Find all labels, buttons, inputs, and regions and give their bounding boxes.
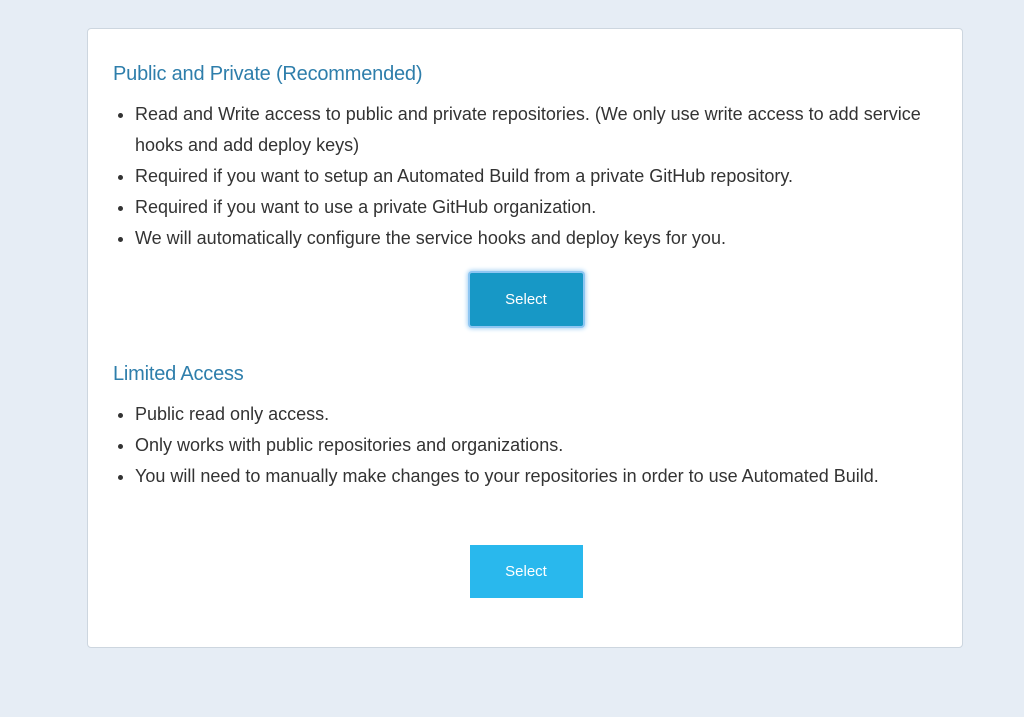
list-item: Read and Write access to public and priv… bbox=[135, 99, 937, 161]
select-public-private-button[interactable]: Select bbox=[469, 273, 583, 326]
list-item: Required if you want to use a private Gi… bbox=[135, 192, 937, 223]
limited-access-button-row: Select bbox=[88, 545, 964, 598]
option-bullet-list: Public read only access. Only works with… bbox=[113, 399, 937, 492]
list-item: You will need to manually make changes t… bbox=[135, 461, 937, 492]
access-options-card: Public and Private (Recommended) Read an… bbox=[87, 28, 963, 648]
list-item: Required if you want to setup an Automat… bbox=[135, 161, 937, 192]
list-item: Only works with public repositories and … bbox=[135, 430, 937, 461]
select-limited-access-button[interactable]: Select bbox=[469, 545, 583, 598]
list-item: Public read only access. bbox=[135, 399, 937, 430]
option-title: Public and Private (Recommended) bbox=[113, 63, 423, 85]
option-bullet-list: Read and Write access to public and priv… bbox=[113, 99, 937, 254]
option-title: Limited Access bbox=[113, 363, 244, 385]
public-private-option: Public and Private (Recommended) Read an… bbox=[113, 61, 937, 254]
public-private-button-row: Select bbox=[88, 273, 964, 326]
limited-access-option: Limited Access Public read only access. … bbox=[113, 361, 937, 492]
list-item: We will automatically configure the serv… bbox=[135, 223, 937, 254]
